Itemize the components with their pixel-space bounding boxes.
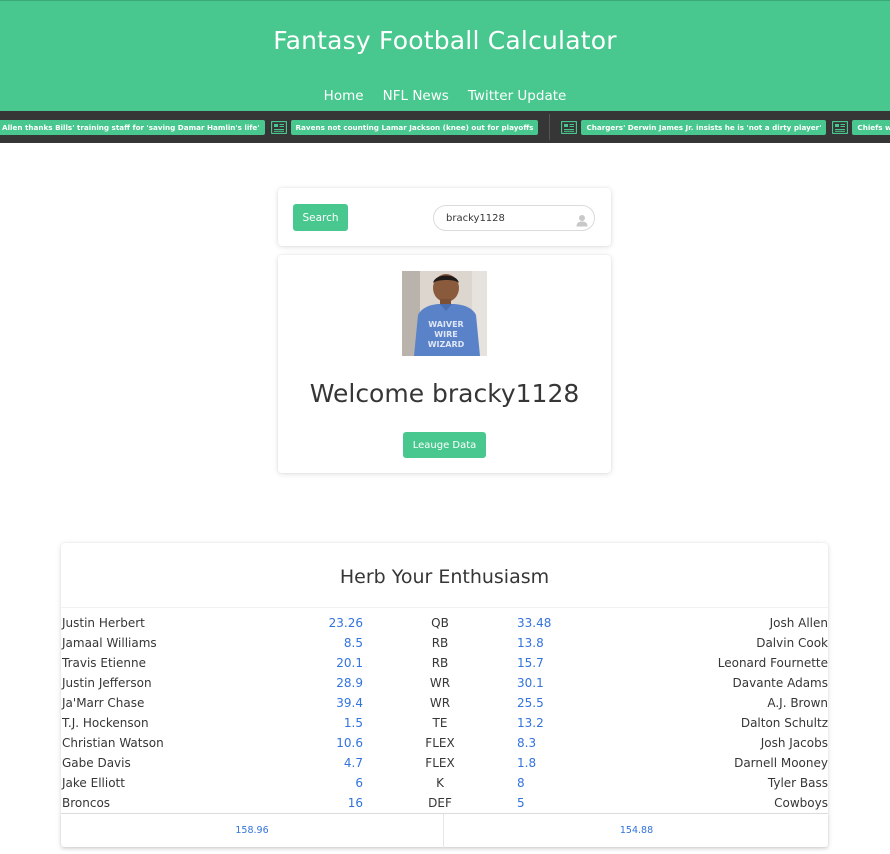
- main-nav: Home NFL News Twitter Update: [0, 85, 890, 104]
- table-row: Justin Herbert 23.26 QB 33.48 Josh Allen: [61, 613, 828, 633]
- search-card: Search: [278, 188, 611, 246]
- team1-player-points: 20.1: [336, 656, 363, 670]
- team1-player-name: Gabe Davis: [62, 756, 131, 770]
- team2-player-name: Tyler Bass: [767, 776, 828, 790]
- team1-player-name: Broncos: [62, 796, 111, 810]
- position-label: QB: [431, 616, 449, 630]
- team1-player-name: Travis Etienne: [62, 656, 146, 670]
- site-header: Fantasy Football Calculator Home NFL New…: [0, 0, 890, 111]
- site-title: Fantasy Football Calculator: [273, 26, 617, 55]
- profile-avatar: WAIVER WIRE WIZARD: [402, 271, 487, 356]
- team1-player-points: 4.7: [343, 756, 363, 770]
- shirt-text-line: WIZARD: [428, 340, 465, 349]
- team2-player-name: Leonard Fournette: [717, 656, 828, 670]
- team2-total: 154.88: [619, 825, 654, 836]
- team2-player-name: Josh Allen: [769, 616, 828, 630]
- team1-player-name: Jamaal Williams: [62, 636, 157, 650]
- user-icon: [576, 212, 588, 227]
- team2-player-points: 8: [517, 776, 525, 790]
- position-label: WR: [429, 676, 451, 690]
- shirt-text-line: WIRE: [434, 330, 457, 339]
- position-label: FLEX: [425, 756, 455, 770]
- team1-player-name: Justin Jefferson: [62, 676, 152, 690]
- nav-home-link[interactable]: Home: [324, 88, 364, 104]
- team1-player-points: 1.5: [343, 716, 363, 730]
- ticker-headline[interactable]: Chiefs would be top seed: [852, 119, 890, 135]
- table-row: Jake Elliott 6 K 8 Tyler Bass: [61, 773, 828, 793]
- team2-player-points: 25.5: [517, 696, 544, 710]
- ticker-headline[interactable]: Chargers' Derwin James Jr. insists he is…: [581, 119, 827, 135]
- team2-player-name: Davante Adams: [732, 676, 828, 690]
- league-data-button[interactable]: Leauge Data: [403, 432, 486, 458]
- table-row: Travis Etienne 20.1 RB 15.7 Leonard Fournett…: [61, 653, 828, 673]
- team2-player-name: Cowboys: [774, 796, 828, 810]
- newspaper-icon: [270, 120, 287, 134]
- team2-player-points: 13.8: [517, 636, 544, 650]
- newspaper-icon: [561, 120, 578, 134]
- totals-row: 158.96 154.88: [61, 813, 828, 848]
- matchup-card: Herb Your Enthusiasm Justin Herbert 23.26…: [61, 543, 828, 848]
- team2-player-points: 8.3: [517, 736, 537, 750]
- ticker-item[interactable]: Allen thanks Bills' training staff for '…: [0, 119, 265, 135]
- team1-player-points: 39.4: [336, 696, 363, 710]
- profile-card: WAIVER WIRE WIZARD Welcome bracky1128 Le…: [278, 255, 611, 473]
- ticker-item[interactable]: Chargers' Derwin James Jr. insists he is…: [559, 119, 827, 135]
- team1-player-name: Jake Elliott: [62, 776, 125, 790]
- news-ticker: Allen thanks Bills' training staff for '…: [0, 111, 890, 143]
- matchup-table: Justin Herbert 23.26 QB 33.48 Josh Allen Jama…: [61, 613, 828, 813]
- username-search-field[interactable]: [433, 205, 595, 231]
- position-label: DEF: [428, 796, 452, 810]
- position-label: RB: [431, 636, 449, 650]
- ticker-headline[interactable]: Allen thanks Bills' training staff for '…: [0, 119, 265, 135]
- team1-player-name: Justin Herbert: [62, 616, 145, 630]
- shirt-text-line: WAIVER: [428, 320, 463, 329]
- team1-player-points: 16: [347, 796, 363, 810]
- ticker-item[interactable]: Chiefs would be top seed: [830, 119, 890, 135]
- nav-twitter-link[interactable]: Twitter Update: [468, 88, 566, 104]
- team2-player-name: Dalvin Cook: [756, 636, 828, 650]
- team1-player-points: 28.9: [336, 676, 363, 690]
- team1-player-name: T.J. Hockenson: [62, 716, 149, 730]
- position-label: WR: [429, 696, 451, 710]
- team2-player-name: A.J. Brown: [767, 696, 828, 710]
- team2-player-points: 15.7: [517, 656, 544, 670]
- team1-player-points: 8.5: [343, 636, 363, 650]
- team2-player-name: Josh Jacobs: [760, 736, 828, 750]
- team2-player-points: 33.48: [517, 616, 552, 630]
- team1-player-points: 23.26: [328, 616, 363, 630]
- team1-player-name: Christian Watson: [62, 736, 164, 750]
- divider: [61, 607, 828, 608]
- matchup-title: Herb Your Enthusiasm: [339, 566, 550, 588]
- team1-player-name: Ja'Marr Chase: [62, 696, 145, 710]
- team2-player-name: Dalton Schultz: [740, 716, 828, 730]
- team1-total: 158.96: [61, 814, 444, 848]
- table-row: T.J. Hockenson 1.5 TE 13.2 Dalton Schultz: [61, 713, 828, 733]
- ticker-item[interactable]: Ravens not counting Lamar Jackson (knee)…: [269, 119, 539, 135]
- search-button[interactable]: Search: [293, 204, 348, 231]
- team2-player-name: Darnell Mooney: [734, 756, 828, 770]
- team2-player-points: 13.2: [517, 716, 544, 730]
- table-row: Justin Jefferson 28.9 WR 30.1 Davante Adams: [61, 673, 828, 693]
- position-label: K: [436, 776, 444, 790]
- nav-news-link[interactable]: NFL News: [383, 88, 449, 104]
- position-label: RB: [431, 656, 449, 670]
- ticker-divider: [549, 114, 551, 140]
- position-label: TE: [432, 716, 448, 730]
- team1-player-points: 10.6: [336, 736, 363, 750]
- team2-player-points: 30.1: [517, 676, 544, 690]
- ticker-headline[interactable]: Ravens not counting Lamar Jackson (knee)…: [290, 119, 539, 135]
- team2-player-points: 5: [517, 796, 525, 810]
- team1-player-points: 6: [355, 776, 363, 790]
- table-row: Jamaal Williams 8.5 RB 13.8 Dalvin Cook: [61, 633, 828, 653]
- username-input[interactable]: [446, 210, 571, 227]
- welcome-heading: Welcome bracky1128: [309, 379, 580, 408]
- table-row: Ja'Marr Chase 39.4 WR 25.5 A.J. Brown: [61, 693, 828, 713]
- position-label: FLEX: [425, 736, 455, 750]
- table-row: Broncos 16 DEF 5 Cowboys: [61, 793, 828, 813]
- table-row: Gabe Davis 4.7 FLEX 1.8 Darnell Mooney: [61, 753, 828, 773]
- newspaper-icon: [832, 120, 849, 134]
- table-row: Christian Watson 10.6 FLEX 8.3 Josh Jacobs: [61, 733, 828, 753]
- team2-player-points: 1.8: [517, 756, 537, 770]
